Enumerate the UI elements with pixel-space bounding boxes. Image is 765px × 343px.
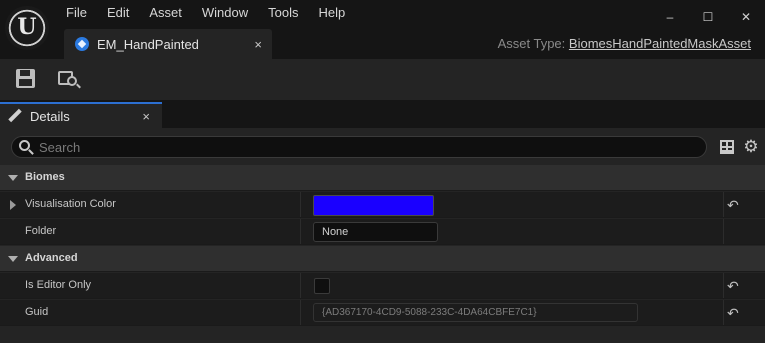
menu-asset[interactable]: Asset <box>139 0 192 26</box>
reset-to-default-icon[interactable]: ↶ <box>727 198 741 212</box>
property-row-guid: Guid {AD367170-4CD9-5088-233C-4DA64CBFE7… <box>0 300 765 326</box>
toolbar <box>0 59 765 100</box>
category-biomes[interactable]: Biomes <box>0 165 765 191</box>
details-tab[interactable]: Details × <box>0 102 162 128</box>
menu-bar: File Edit Asset Window Tools Help <box>56 0 355 26</box>
property-label: Is Editor Only <box>25 279 92 291</box>
asset-type-icon <box>75 37 89 51</box>
chevron-right-icon[interactable] <box>10 200 16 210</box>
asset-type-link[interactable]: BiomesHandPaintedMaskAsset <box>569 36 751 51</box>
document-tab[interactable]: EM_HandPainted × <box>64 29 272 59</box>
minimize-button[interactable]: – <box>651 4 689 30</box>
property-label: Folder <box>25 225 57 237</box>
close-details-icon[interactable]: × <box>142 109 150 124</box>
unreal-logo-icon[interactable]: U <box>5 6 49 50</box>
document-tab-label: EM_HandPainted <box>97 36 199 52</box>
save-icon[interactable] <box>14 67 38 91</box>
menu-tools[interactable]: Tools <box>258 0 308 26</box>
asset-type-info: Asset Type: BiomesHandPaintedMaskAsset <box>498 36 751 51</box>
menu-file[interactable]: File <box>56 0 97 26</box>
search-box[interactable] <box>11 136 707 158</box>
property-row-is-editor-only: Is Editor Only ↶ <box>0 273 765 299</box>
property-matrix-icon[interactable] <box>720 140 734 154</box>
chevron-down-icon[interactable] <box>8 256 18 262</box>
pencil-icon <box>8 109 22 123</box>
category-label: Biomes <box>25 171 65 183</box>
details-panel: ⚙ Biomes Visualisation Color ↶ Folder No… <box>0 128 765 343</box>
reset-to-default-icon[interactable]: ↶ <box>727 306 741 320</box>
browse-to-asset-icon[interactable] <box>57 67 81 91</box>
asset-type-prefix: Asset Type: <box>497 36 566 51</box>
search-row: ⚙ <box>0 128 765 165</box>
is-editor-only-checkbox[interactable] <box>314 278 330 294</box>
window-controls: – ☐ ✕ <box>651 4 765 30</box>
property-row-visualisation-color: Visualisation Color ↶ <box>0 192 765 218</box>
folder-field[interactable]: None <box>313 222 438 242</box>
category-advanced[interactable]: Advanced <box>0 246 765 272</box>
color-swatch[interactable] <box>313 195 434 216</box>
guid-field: {AD367170-4CD9-5088-233C-4DA64CBFE7C1} <box>313 303 638 322</box>
maximize-button[interactable]: ☐ <box>689 4 727 30</box>
close-tab-icon[interactable]: × <box>254 37 262 52</box>
search-input[interactable] <box>39 138 689 156</box>
details-tab-label: Details <box>30 108 70 124</box>
chevron-down-icon[interactable] <box>8 175 18 181</box>
gear-icon[interactable]: ⚙ <box>742 138 760 156</box>
title-bar: U File Edit Asset Window Tools Help – ☐ … <box>0 0 765 59</box>
close-window-button[interactable]: ✕ <box>727 4 765 30</box>
menu-window[interactable]: Window <box>192 0 258 26</box>
reset-to-default-icon[interactable]: ↶ <box>727 279 741 293</box>
category-label: Advanced <box>25 252 78 264</box>
property-row-folder: Folder None <box>0 219 765 245</box>
menu-edit[interactable]: Edit <box>97 0 139 26</box>
search-icon <box>19 140 34 155</box>
menu-help[interactable]: Help <box>308 0 355 26</box>
property-label: Guid <box>25 306 49 318</box>
property-label: Visualisation Color <box>25 198 116 210</box>
